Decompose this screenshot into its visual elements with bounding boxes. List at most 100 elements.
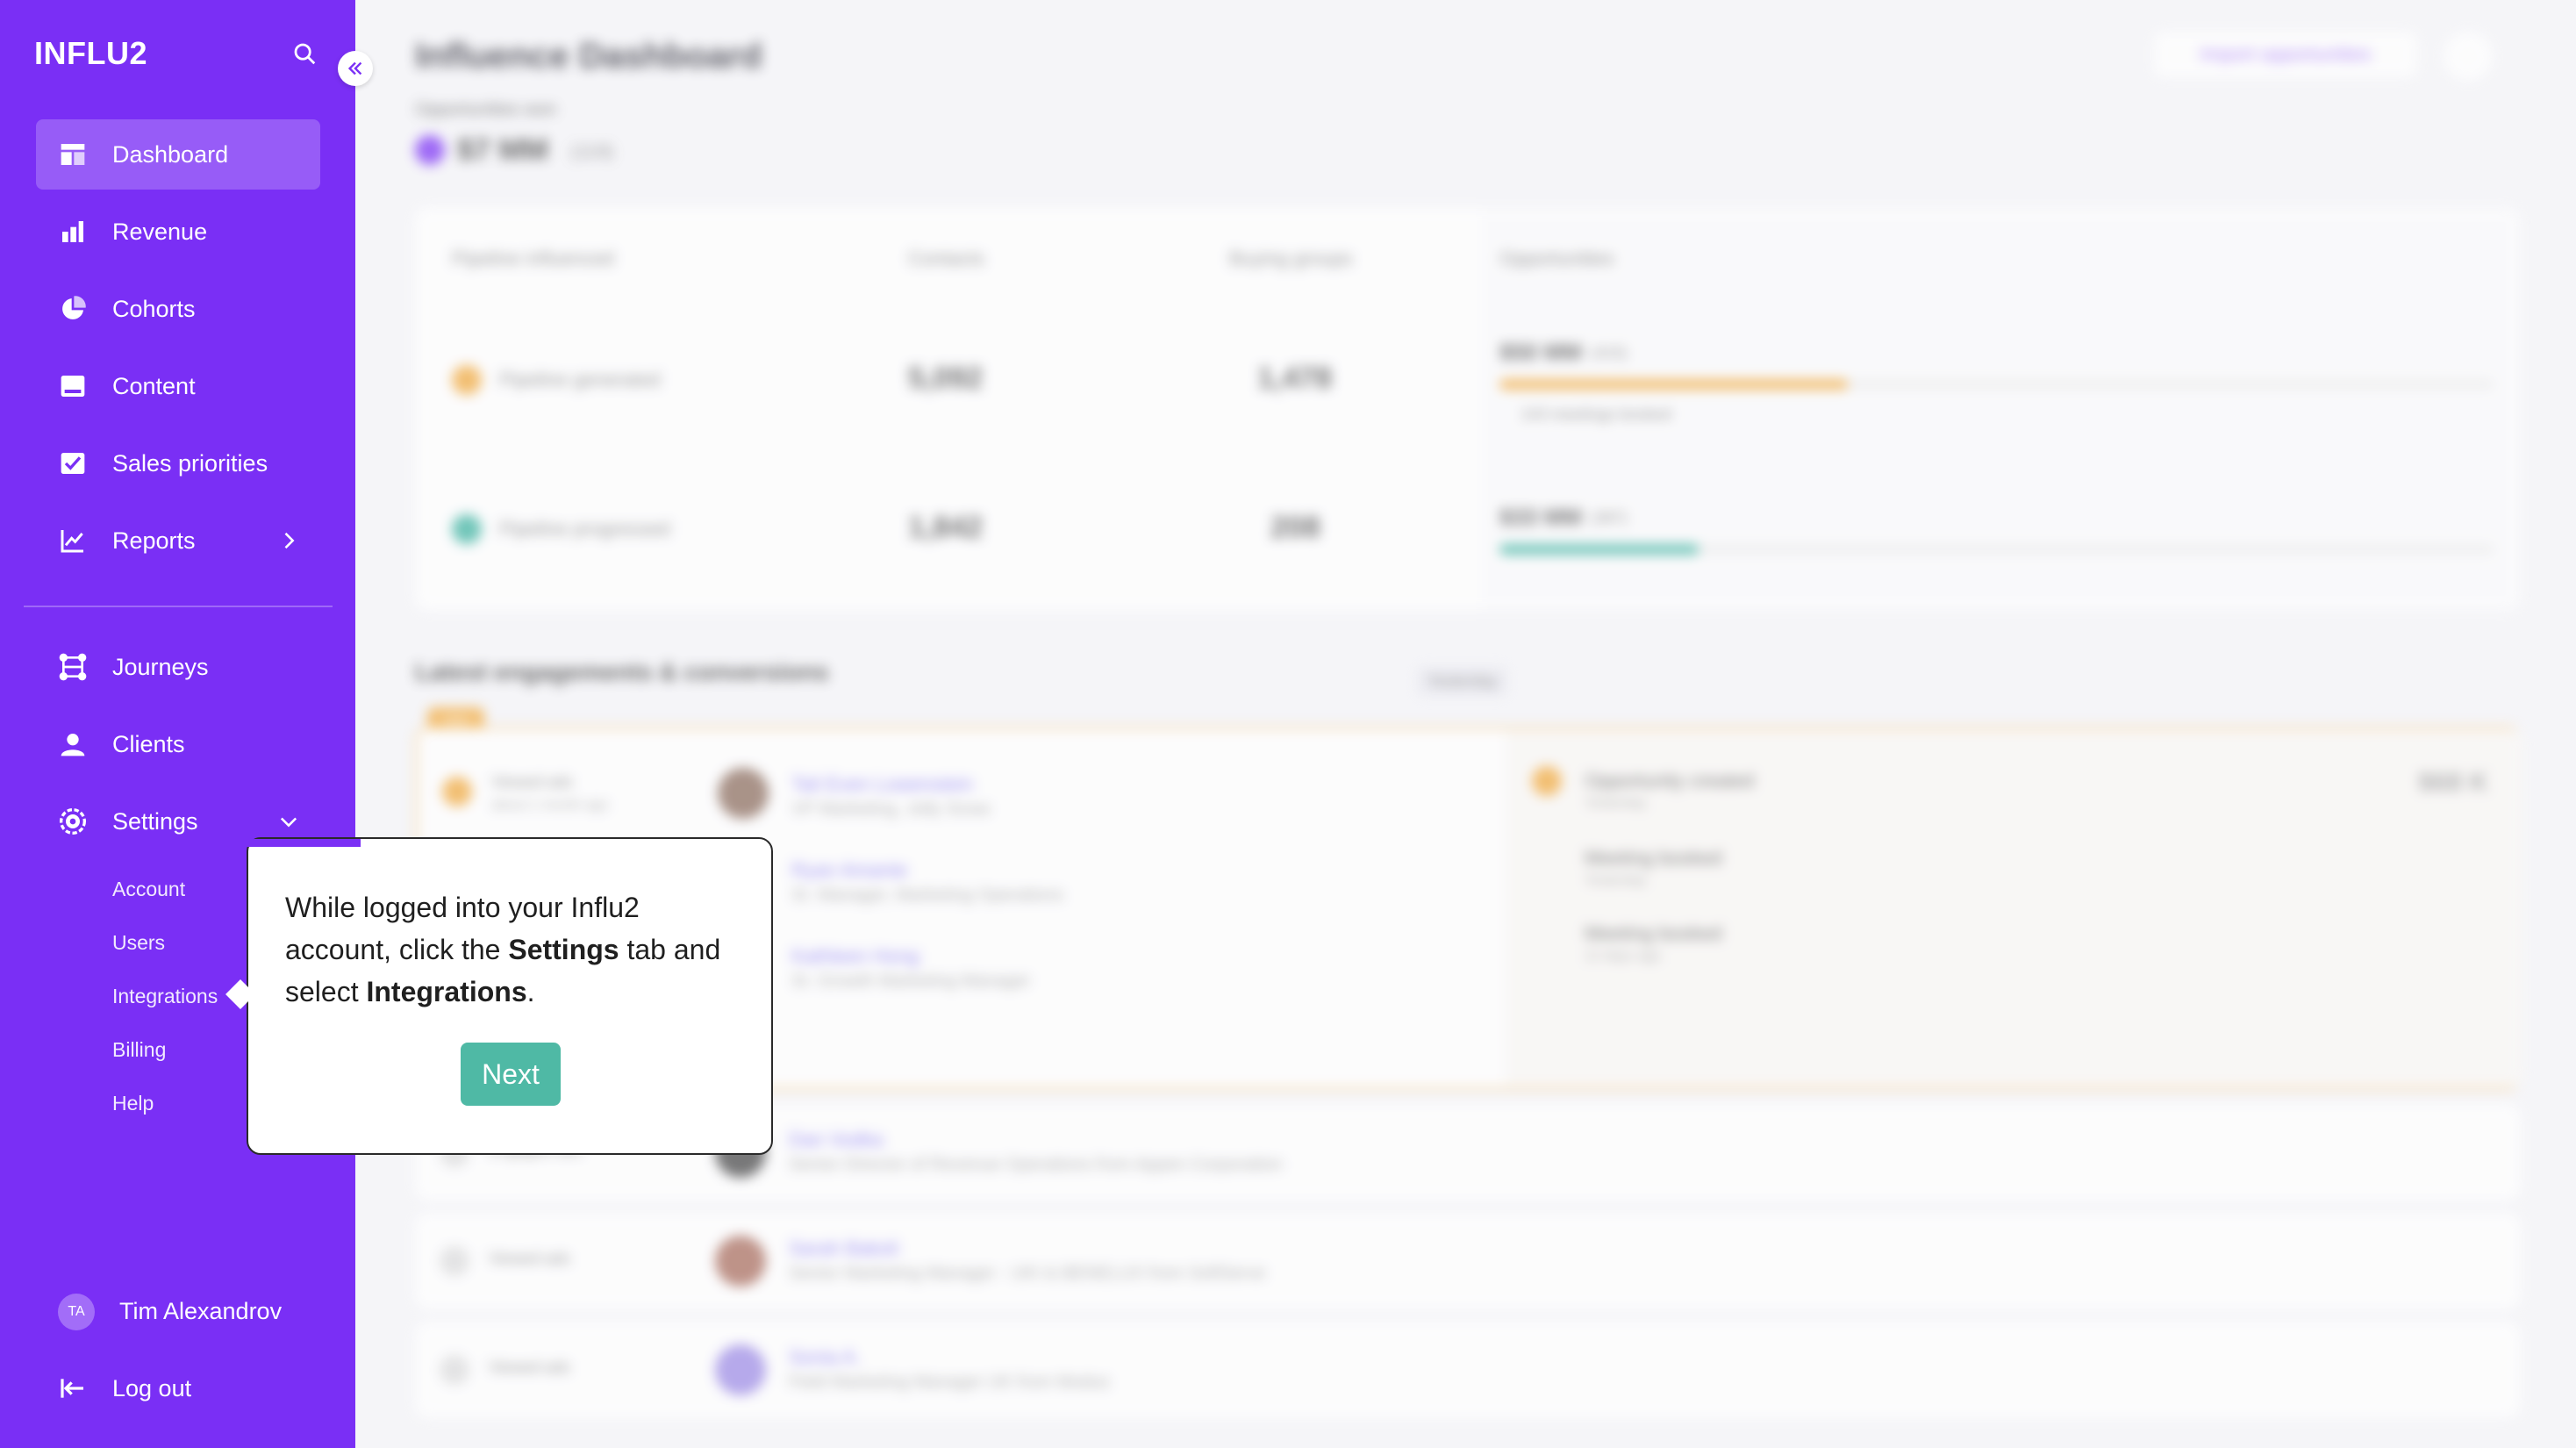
search-icon[interactable] [291, 40, 318, 67]
pipeline-value: $33 MM [1499, 504, 1582, 530]
sidebar-item-journeys[interactable]: Journeys [36, 632, 320, 702]
sidebar-item-clients[interactable]: Clients [36, 709, 320, 779]
engagements-tag: Yesterday [1417, 667, 1508, 696]
meetings-note: 143 meetings booked [1521, 405, 1672, 423]
event-dot [442, 777, 472, 806]
contacts-value: 1,842 [908, 511, 984, 544]
contacts-value: 5,092 [908, 362, 984, 395]
status-dot [452, 365, 482, 395]
table-header: Contacts [908, 247, 984, 269]
collapse-sidebar-button[interactable] [338, 51, 373, 86]
row-label: Pipeline generated [499, 369, 661, 391]
sidebar-item-content[interactable]: Content [36, 351, 320, 421]
groups-value: 1,478 [1257, 362, 1333, 395]
groups-value: 208 [1270, 511, 1320, 544]
timeline-label: Opportunity created [1585, 770, 1755, 792]
opportunities-label: Opportunities won [415, 100, 557, 119]
checkbox-icon [61, 453, 85, 474]
user-name[interactable]: Tim Alexandrov [119, 1298, 282, 1325]
avatar[interactable]: TA [58, 1294, 95, 1330]
timeline-panel: Opportunity created Yesterday Meeting bo… [1506, 729, 2523, 1087]
timeline-label: Meeting booked [1585, 847, 1722, 869]
sidebar-item-revenue[interactable]: Revenue [36, 197, 320, 267]
pipeline-value: $50 MM [1499, 339, 1582, 365]
status-dot [452, 514, 482, 544]
chevron-right-icon [284, 532, 295, 549]
page-title: Influence Dashboard [415, 37, 762, 75]
progress-bar [1499, 379, 1848, 390]
sidebar-item-label: Content [112, 372, 196, 399]
contact-name[interactable]: Sarah Bakoli [789, 1237, 898, 1260]
contact-role: Senior Director of Revenue Operations fr… [789, 1155, 1283, 1174]
opportunities-dot [415, 135, 445, 165]
contact-name[interactable]: Kathleen Hong [791, 945, 919, 968]
main-content: Influence Dashboard Import opportunities… [355, 0, 2576, 1448]
timeline-dot [1532, 766, 1562, 796]
sidebar-item-label: Sales priorities [112, 449, 268, 477]
event-label: Viewed ads [491, 773, 573, 791]
sidebar-item-label: Cohorts [112, 295, 196, 322]
contact-name[interactable]: Dan Vodka [789, 1129, 884, 1151]
deal-amount: $68 K [2418, 768, 2489, 797]
contact-name[interactable]: Ryan Amante [791, 859, 907, 882]
table-header: Opportunities [1499, 247, 1614, 269]
sidebar: INFLU2 Dashboard Revenue Cohorts Content… [0, 0, 355, 1448]
event-label: Viewed ads [489, 1250, 570, 1267]
table-header: Pipeline influenced [452, 247, 614, 269]
logout-icon [61, 1379, 83, 1398]
pipeline-count: (387) [1591, 509, 1628, 527]
contact-role: Sr. Manager, Marketing Operations [791, 885, 1064, 905]
sidebar-item-label: Reports [112, 527, 196, 554]
contact-role: Sr. Growth Marketing Manager [791, 971, 1031, 991]
gear-icon [60, 808, 86, 835]
contact-name[interactable]: Sonia A. [789, 1346, 861, 1369]
contact-name[interactable]: Tali Even Lowenstein [791, 773, 973, 796]
timeline-sub: Yesterday [1585, 796, 1647, 811]
tooltip-text: While logged into your Influ2 account, c… [285, 892, 721, 1007]
chevron-down-icon [280, 817, 297, 828]
list-item[interactable]: Viewed ads Sonia A. Field Marketing Mana… [415, 1322, 2521, 1418]
contact-role: Field Marketing Manager UK from Modus [789, 1373, 1110, 1392]
list-item[interactable]: Viewed ads Sarah Bakoli Senior Marketing… [415, 1213, 2521, 1309]
contact-role: VP Marketing, Jolly Snow [791, 799, 991, 819]
opportunities-value: $7 MM [457, 133, 548, 167]
timeline-sub: Yesterday [1585, 873, 1647, 888]
settings-sub-billing[interactable]: Billing [112, 1038, 166, 1062]
pie-chart-icon [62, 296, 86, 319]
next-button[interactable]: Next [461, 1043, 561, 1106]
sidebar-item-label: Journeys [112, 653, 209, 680]
table-header: Buying groups [1229, 247, 1353, 269]
logout-button[interactable]: Log out [36, 1353, 320, 1423]
app-logo[interactable]: INFLU2 [34, 35, 147, 72]
progress-bar [1499, 544, 1699, 555]
sidebar-item-dashboard[interactable]: Dashboard [36, 119, 320, 190]
logout-label: Log out [112, 1374, 192, 1401]
opportunities-count: (119) [570, 140, 614, 162]
sidebar-item-cohorts[interactable]: Cohorts [36, 274, 320, 344]
pipeline-card: Pipeline influenced Contacts Buying grou… [415, 207, 2521, 611]
sidebar-item-label: Clients [112, 730, 185, 757]
settings-sub-users[interactable]: Users [112, 931, 165, 955]
page-settings-button[interactable] [2444, 32, 2493, 81]
bar-chart-icon [62, 221, 83, 242]
sidebar-item-reports[interactable]: Reports [36, 505, 320, 576]
row-label: Pipeline progressed [499, 518, 670, 540]
settings-sub-account[interactable]: Account [112, 878, 185, 901]
event-dot [440, 1355, 469, 1385]
pipeline-count: (415) [1591, 344, 1628, 362]
sidebar-item-label: Revenue [112, 218, 208, 245]
sidebar-item-sales-priorities[interactable]: Sales priorities [36, 428, 320, 498]
sidebar-item-label: Dashboard [112, 140, 229, 168]
settings-sub-help[interactable]: Help [112, 1092, 154, 1115]
content-icon [61, 376, 85, 397]
timeline-sub: 12 days ago [1585, 949, 1662, 964]
avatar [718, 768, 769, 819]
timeline-label: Meeting booked [1585, 922, 1722, 944]
onboarding-tooltip: While logged into your Influ2 account, c… [247, 837, 773, 1155]
avatar [715, 1344, 766, 1395]
double-chevron-left-icon [347, 61, 362, 75]
settings-sub-integrations[interactable]: Integrations [112, 985, 218, 1008]
import-opportunities-button[interactable]: Import opportunities [2154, 32, 2417, 77]
journeys-icon [59, 653, 87, 681]
avatar [715, 1236, 766, 1287]
